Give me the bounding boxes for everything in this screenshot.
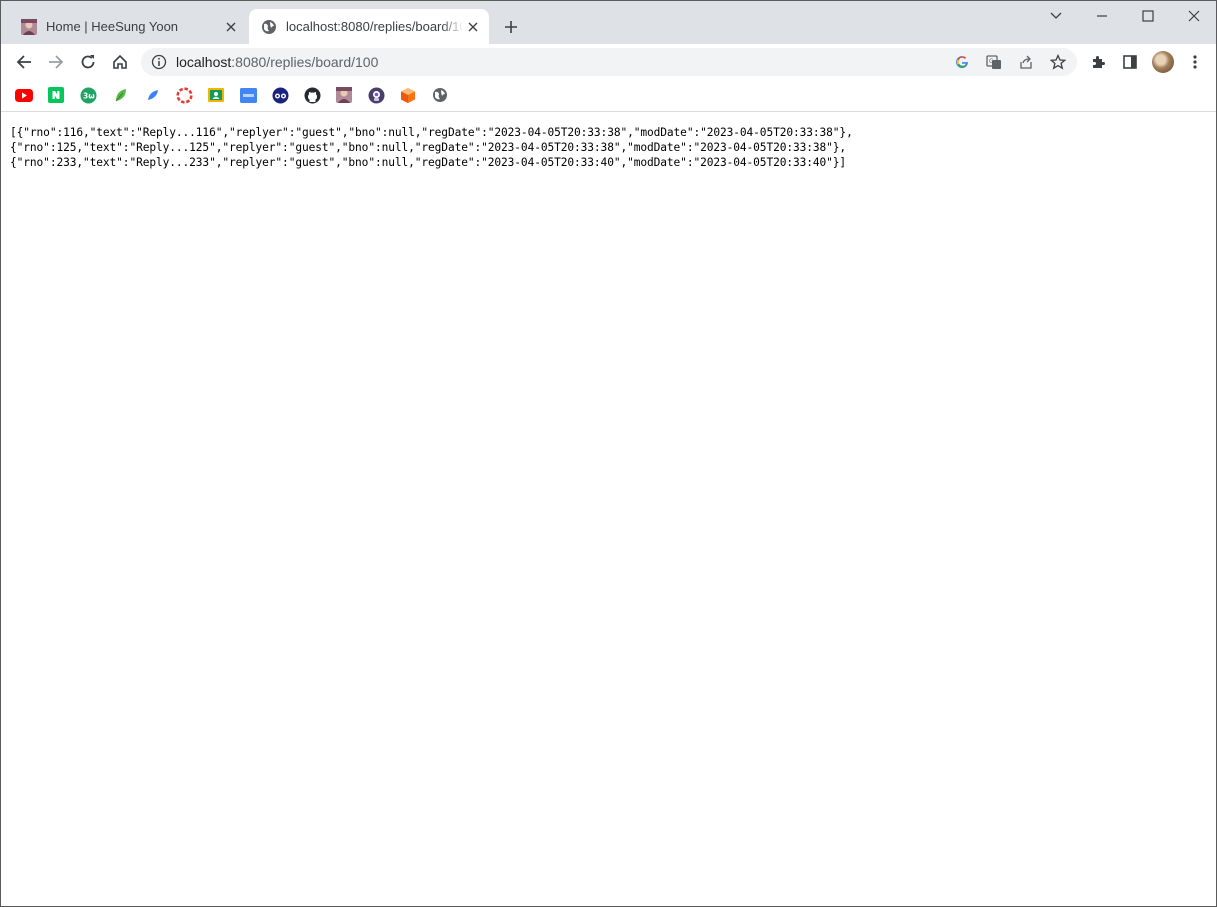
forward-arrow-icon: [49, 55, 64, 69]
bookmark-leaf[interactable]: [112, 86, 130, 104]
address-bar[interactable]: localhost:8080/replies/board/100 G: [141, 48, 1077, 76]
minimize-button[interactable]: [1088, 5, 1116, 27]
tab-search-button[interactable]: [1042, 5, 1070, 27]
minimize-icon: [1097, 15, 1107, 17]
chevron-down-icon: [1050, 12, 1062, 19]
json-line: [{"rno":116,"text":"Reply...116","replye…: [10, 126, 853, 139]
translate-icon[interactable]: G: [986, 54, 1002, 70]
browser-window: Home | HeeSung Yoon localhost:8080/repli…: [0, 0, 1217, 907]
extensions-button[interactable]: [1084, 48, 1112, 76]
profile-photo-icon: [336, 87, 352, 103]
youtube-icon: [15, 88, 33, 102]
side-panel-icon: [1123, 55, 1137, 69]
page-content: [{"rno":116,"text":"Reply...116","replye…: [1, 113, 1216, 906]
kebab-menu-icon: [1193, 55, 1197, 69]
bookmark-star-icon[interactable]: [1050, 54, 1066, 70]
bookmark-github[interactable]: [303, 86, 321, 104]
json-line: {"rno":125,"text":"Reply...125","replyer…: [10, 141, 847, 154]
bookmarks-bar: 3ω: [1, 80, 1216, 112]
tab-replies[interactable]: localhost:8080/replies/board/100: [249, 9, 489, 44]
profile-photo-icon: [21, 18, 37, 35]
toolbar: localhost:8080/replies/board/100 G: [1, 44, 1216, 80]
menu-button[interactable]: [1181, 48, 1209, 76]
cube-icon: [401, 87, 415, 103]
globe-icon: [433, 88, 447, 102]
home-icon: [113, 54, 127, 69]
back-button[interactable]: [10, 48, 38, 76]
bookmark-tile[interactable]: [239, 86, 257, 104]
naver-icon: [48, 87, 64, 103]
reload-button[interactable]: [74, 48, 102, 76]
bookmark-globe[interactable]: [431, 86, 449, 104]
maximize-button[interactable]: [1134, 5, 1162, 27]
back-arrow-icon: [16, 55, 31, 69]
tab-title: localhost:8080/replies/board/100: [286, 19, 463, 34]
plus-icon: [505, 21, 517, 33]
astronaut-icon: [368, 87, 384, 103]
close-icon[interactable]: [221, 17, 241, 37]
bookmark-youtube[interactable]: [15, 86, 33, 104]
bookmark-app-green[interactable]: 3ω: [79, 86, 97, 104]
close-window-button[interactable]: [1180, 5, 1208, 27]
side-panel-button[interactable]: [1116, 48, 1144, 76]
puzzle-icon: [1093, 56, 1105, 68]
close-icon[interactable]: [463, 17, 483, 37]
forward-button[interactable]: [42, 48, 70, 76]
bookmark-cube[interactable]: [399, 86, 417, 104]
bookmark-astronaut[interactable]: [367, 86, 385, 104]
tile-icon: [239, 87, 257, 103]
tab-title: Home | HeeSung Yoon: [46, 19, 179, 34]
classroom-icon: [208, 88, 224, 102]
tripadvisor-icon: [272, 87, 288, 103]
share-icon[interactable]: [1018, 54, 1034, 70]
bookmark-lifebuoy[interactable]: [175, 86, 193, 104]
github-icon: [304, 87, 320, 103]
app-green-icon: 3ω: [80, 87, 96, 103]
lifebuoy-icon: [175, 86, 193, 104]
bookmark-feather[interactable]: [144, 86, 162, 104]
info-icon[interactable]: [151, 54, 167, 70]
bookmark-tripadvisor[interactable]: [271, 86, 289, 104]
close-icon: [1188, 10, 1200, 22]
profile-avatar[interactable]: [1152, 51, 1174, 73]
json-response: [{"rno":116,"text":"Reply...116","replye…: [10, 125, 1200, 170]
bookmark-profile[interactable]: [335, 86, 353, 104]
bookmark-classroom[interactable]: [207, 86, 225, 104]
globe-icon: [261, 19, 277, 35]
home-button[interactable]: [106, 48, 134, 76]
url-host: localhost: [176, 54, 232, 70]
feather-icon: [148, 90, 158, 100]
url-text[interactable]: localhost:8080/replies/board/100: [176, 54, 378, 70]
tab-home[interactable]: Home | HeeSung Yoon: [9, 9, 247, 44]
svg-text:G: G: [989, 58, 994, 65]
json-line: {"rno":233,"text":"Reply...233","replyer…: [10, 156, 847, 169]
leaf-icon: [115, 89, 126, 102]
svg-text:3ω: 3ω: [83, 91, 95, 100]
reload-icon: [81, 55, 95, 69]
maximize-icon: [1142, 10, 1154, 22]
new-tab-button[interactable]: [500, 16, 522, 38]
bookmark-naver[interactable]: [47, 86, 65, 104]
tab-strip: Home | HeeSung Yoon localhost:8080/repli…: [1, 1, 1216, 44]
google-icon[interactable]: [954, 54, 970, 70]
url-path: :8080/replies/board/100: [231, 54, 379, 70]
